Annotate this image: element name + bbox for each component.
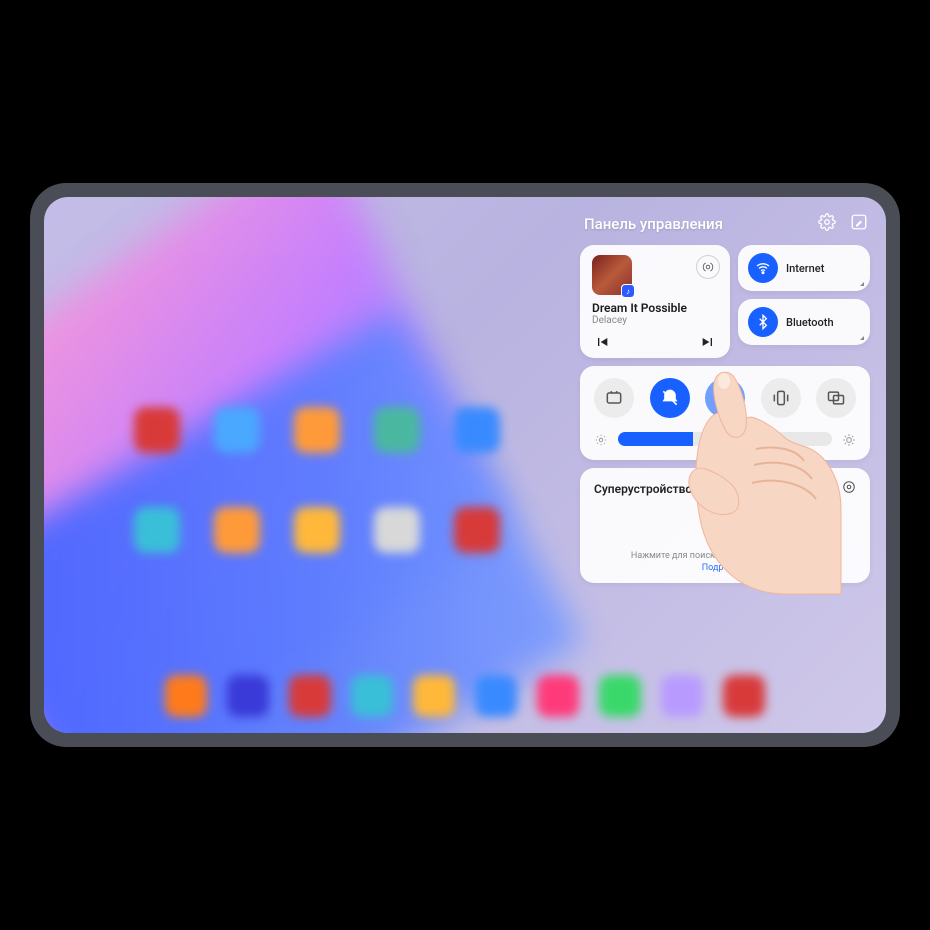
app-icon[interactable] <box>413 675 455 717</box>
app-icon[interactable] <box>227 675 269 717</box>
wifi-icon <box>748 253 778 283</box>
audio-cast-button[interactable] <box>696 255 720 279</box>
superdevice-title: Суперустройство <box>594 482 692 496</box>
next-track-button[interactable] <box>700 334 716 350</box>
home-app-row <box>134 507 500 553</box>
wifi-label: Internet <box>786 262 824 275</box>
track-title: Dream It Possible <box>592 301 718 315</box>
brightness-high-icon <box>842 432 856 446</box>
panel-title: Панель управления <box>584 215 723 233</box>
brightness-low-icon <box>594 432 608 446</box>
app-icon[interactable] <box>723 675 765 717</box>
brightness-slider[interactable] <box>618 432 832 446</box>
app-icon[interactable] <box>294 407 340 453</box>
dock <box>165 675 765 717</box>
app-icon[interactable] <box>214 507 260 553</box>
previous-track-button[interactable] <box>594 334 610 350</box>
track-artist: Delacey <box>592 315 718 326</box>
media-card[interactable]: ♪ Dream It Possible Delacey <box>580 245 730 358</box>
search-devices-button[interactable] <box>706 507 744 545</box>
app-icon[interactable] <box>351 675 393 717</box>
app-icon[interactable] <box>599 675 641 717</box>
tablet-frame: Панель управления ♪ <box>30 183 900 747</box>
vibrate-toggle[interactable] <box>761 378 801 418</box>
app-icon[interactable] <box>134 507 180 553</box>
multiwindow-toggle[interactable] <box>816 378 856 418</box>
app-icon[interactable] <box>289 675 331 717</box>
bluetooth-label: Bluetooth <box>786 316 834 329</box>
app-icon[interactable] <box>374 407 420 453</box>
app-icon[interactable] <box>475 675 517 717</box>
expand-icon <box>860 282 864 286</box>
active-toggle[interactable] <box>705 378 745 418</box>
edit-icon[interactable] <box>850 213 868 235</box>
expand-icon <box>860 336 864 340</box>
home-screen: Панель управления ♪ <box>44 197 886 733</box>
wifi-tile[interactable]: Internet <box>738 245 870 291</box>
settings-icon[interactable] <box>818 213 836 235</box>
album-art: ♪ <box>592 255 632 295</box>
app-icon[interactable] <box>661 675 703 717</box>
home-app-row <box>134 407 500 453</box>
superdevice-settings-icon[interactable] <box>842 480 856 497</box>
panel-header: Панель управления <box>580 209 870 245</box>
app-icon[interactable] <box>214 407 260 453</box>
quick-toggles-card <box>580 366 870 460</box>
superdevice-card: Суперустройство Нажмите для поиска устро… <box>580 468 870 583</box>
music-app-badge-icon: ♪ <box>621 284 635 298</box>
bluetooth-icon <box>748 307 778 337</box>
app-icon[interactable] <box>537 675 579 717</box>
app-icon[interactable] <box>134 407 180 453</box>
app-icon[interactable] <box>454 407 500 453</box>
mute-toggle[interactable] <box>650 378 690 418</box>
superdevice-more-link[interactable]: Подробнее <box>594 563 856 573</box>
app-icon[interactable] <box>454 507 500 553</box>
app-icon[interactable] <box>374 507 420 553</box>
app-icon[interactable] <box>294 507 340 553</box>
screenshot-toggle[interactable] <box>594 378 634 418</box>
control-panel: Панель управления ♪ <box>580 209 870 583</box>
bluetooth-tile[interactable]: Bluetooth <box>738 299 870 345</box>
superdevice-hint: Нажмите для поиска устройств поблизости. <box>594 551 856 561</box>
app-icon[interactable] <box>165 675 207 717</box>
